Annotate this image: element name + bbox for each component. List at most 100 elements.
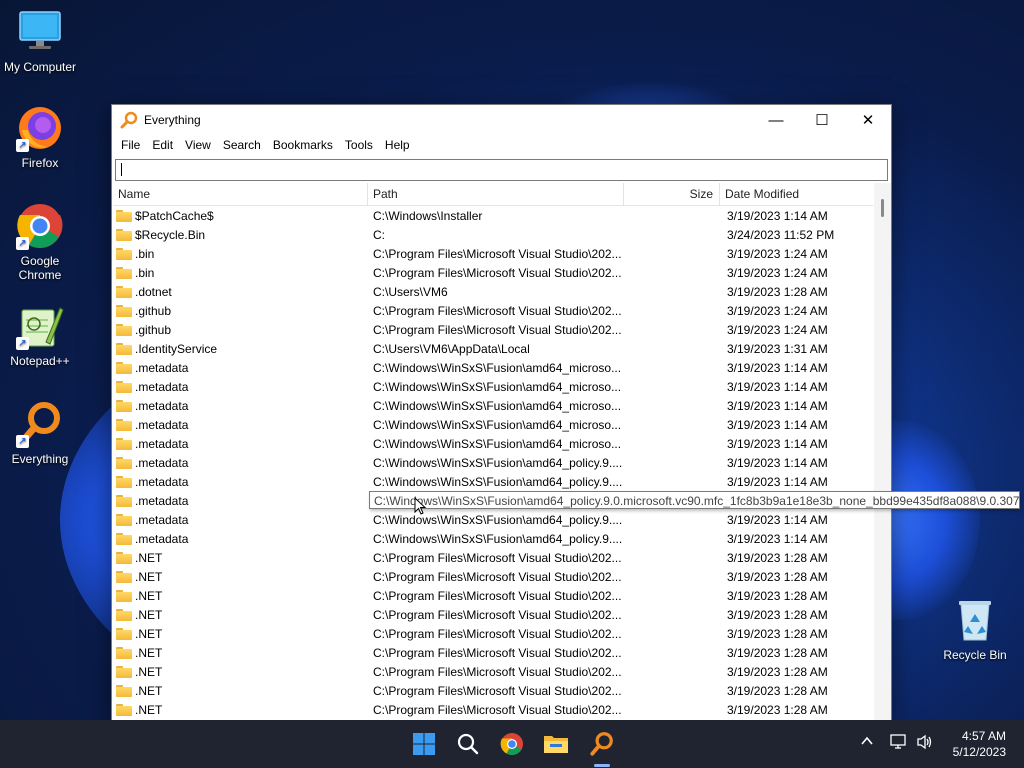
table-row[interactable]: .bin C:\Program Files\Microsoft Visual St… <box>113 244 873 263</box>
table-row[interactable]: .metadata C:\Windows\WinSxS\Fusion\amd64_… <box>113 434 873 453</box>
row-path: C:\Program Files\Microsoft Visual Studio… <box>373 322 622 337</box>
table-row[interactable]: .NET C:\Program Files\Microsoft Visual St… <box>113 681 873 700</box>
desktop-icon-recycle-bin[interactable]: Recycle Bin <box>935 596 1015 662</box>
table-row[interactable]: .IdentityService C:\Users\VM6\AppData\Loc… <box>113 339 873 358</box>
table-row[interactable]: $PatchCache$ C:\Windows\Installer 3/19/202… <box>113 206 873 225</box>
folder-icon <box>116 247 132 260</box>
row-date-modified: 3/19/2023 1:31 AM <box>727 341 828 356</box>
table-row[interactable]: .github C:\Program Files\Microsoft Visual… <box>113 320 873 339</box>
row-date-modified: 3/19/2023 1:28 AM <box>727 645 828 660</box>
row-name: .metadata <box>135 360 189 375</box>
table-row[interactable]: .NET C:\Program Files\Microsoft Visual St… <box>113 624 873 643</box>
menu-bookmarks[interactable]: Bookmarks <box>267 138 339 152</box>
menu-help[interactable]: Help <box>379 138 416 152</box>
row-path: C:\Program Files\Microsoft Visual Studio… <box>373 550 622 565</box>
table-row[interactable]: .metadata C:\Windows\WinSxS\Fusion\amd64_… <box>113 510 873 529</box>
column-header-path[interactable]: Path <box>368 183 624 205</box>
windows-start-icon[interactable] <box>408 728 440 760</box>
table-row[interactable]: .metadata C:\Windows\WinSxS\Fusion\amd64_… <box>113 453 873 472</box>
recycle-bin-icon <box>951 596 999 644</box>
row-name: .NET <box>135 588 163 603</box>
shortcut-arrow-icon: ↗ <box>16 237 29 250</box>
desktop-icon-label: Recycle Bin <box>943 648 1007 662</box>
row-name: $PatchCache$ <box>135 208 214 223</box>
everything-icon[interactable] <box>586 728 618 760</box>
network-icon[interactable] <box>890 734 908 753</box>
volume-icon[interactable] <box>916 734 934 753</box>
file-explorer-icon[interactable] <box>540 728 572 760</box>
table-row[interactable]: .NET C:\Program Files\Microsoft Visual St… <box>113 605 873 624</box>
column-header-name[interactable]: Name <box>113 183 368 205</box>
table-row[interactable]: .NET C:\Program Files\Microsoft Visual St… <box>113 662 873 681</box>
minimize-button[interactable]: — <box>753 105 799 135</box>
table-row[interactable]: .metadata C:\Windows\WinSxS\Fusion\amd64_… <box>113 472 873 491</box>
row-date-modified: 3/19/2023 1:14 AM <box>727 512 828 527</box>
close-button[interactable]: ✕ <box>845 105 891 135</box>
table-row[interactable]: .NET C:\Program Files\Microsoft Visual St… <box>113 548 873 567</box>
title-bar[interactable]: Everything — ☐ ✕ <box>112 105 891 135</box>
table-row[interactable]: .metadata C:\Windows\WinSxS\Fusion\amd64_… <box>113 415 873 434</box>
row-name: .NET <box>135 683 163 698</box>
everything-window: Everything — ☐ ✕ File Edit View Search B… <box>111 104 892 722</box>
notepad-plus-plus-icon: ↗ <box>16 302 64 350</box>
row-path: C:\Program Files\Microsoft Visual Studio… <box>373 246 622 261</box>
table-row[interactable]: .NET C:\Program Files\Microsoft Visual St… <box>113 700 873 719</box>
active-app-indicator <box>594 764 610 767</box>
table-row[interactable]: .NET C:\Program Files\Microsoft Visual St… <box>113 643 873 662</box>
row-path: C:\Program Files\Microsoft Visual Studio… <box>373 265 622 280</box>
menu-view[interactable]: View <box>179 138 217 152</box>
scrollbar-thumb[interactable] <box>881 199 884 217</box>
row-path: C: <box>373 227 385 242</box>
table-row[interactable]: .metadata C:\Windows\WinSxS\Fusion\amd64_… <box>113 358 873 377</box>
row-date-modified: 3/19/2023 1:24 AM <box>727 246 828 261</box>
folder-icon <box>116 418 132 431</box>
folder-icon <box>116 703 132 716</box>
menu-edit[interactable]: Edit <box>146 138 179 152</box>
desktop-icon-my-computer[interactable]: My Computer <box>0 8 80 74</box>
row-path: C:\Users\VM6 <box>373 284 448 299</box>
results-list[interactable]: Name Path Size Date Modified $PatchCache… <box>113 183 873 721</box>
table-row[interactable]: .NET C:\Program Files\Microsoft Visual St… <box>113 567 873 586</box>
row-date-modified: 3/19/2023 1:14 AM <box>727 474 828 489</box>
system-clock[interactable]: 4:57 AM 5/12/2023 <box>953 728 1006 760</box>
row-name-cell: .metadata <box>113 532 368 546</box>
row-path: C:\Users\VM6\AppData\Local <box>373 341 530 356</box>
row-name-cell: $Recycle.Bin <box>113 228 368 242</box>
table-row[interactable]: .metadata C:\Windows\WinSxS\Fusion\amd64_… <box>113 529 873 548</box>
table-row[interactable]: .metadata C:\Windows\WinSxS\Fusion\amd64_… <box>113 396 873 415</box>
row-name: .NET <box>135 645 163 660</box>
desktop-icon-google-chrome[interactable]: ↗ Google Chrome <box>0 202 80 282</box>
row-name-cell: .metadata <box>113 456 368 470</box>
desktop-icon-firefox[interactable]: ↗ Firefox <box>0 104 80 170</box>
table-row[interactable]: .dotnet C:\Users\VM6 3/19/2023 1:28 AM <box>113 282 873 301</box>
tray-overflow-chevron-icon[interactable] <box>860 734 874 751</box>
menu-file[interactable]: File <box>115 138 146 152</box>
search-input[interactable] <box>116 160 887 178</box>
desktop-icon-everything[interactable]: ↗ Everything <box>0 400 80 466</box>
row-date-modified: 3/19/2023 1:14 AM <box>727 379 828 394</box>
menu-search[interactable]: Search <box>217 138 267 152</box>
table-row[interactable]: .NET C:\Program Files\Microsoft Visual St… <box>113 586 873 605</box>
column-header-size[interactable]: Size <box>624 183 720 205</box>
row-path: C:\Windows\WinSxS\Fusion\amd64_microso..… <box>373 436 622 451</box>
folder-icon <box>116 380 132 393</box>
table-row[interactable]: .github C:\Program Files\Microsoft Visual… <box>113 301 873 320</box>
text-caret <box>121 163 122 176</box>
row-date-modified: 3/19/2023 1:14 AM <box>727 398 828 413</box>
search-icon[interactable] <box>452 728 484 760</box>
column-header-date-modified[interactable]: Date Modified <box>720 183 873 205</box>
table-row[interactable]: $Recycle.Bin C: 3/24/2023 11:52 PM <box>113 225 873 244</box>
table-row[interactable]: .metadata C:\Windows\WinSxS\Fusion\amd64_… <box>113 377 873 396</box>
folder-icon <box>116 665 132 678</box>
search-box[interactable] <box>115 159 888 181</box>
row-name: .metadata <box>135 417 189 432</box>
desktop-icon-notepad-plus-plus[interactable]: ↗ Notepad++ <box>0 302 80 368</box>
shortcut-arrow-icon: ↗ <box>16 337 29 350</box>
chrome-icon[interactable] <box>496 728 528 760</box>
vertical-scrollbar[interactable] <box>874 183 891 721</box>
folder-icon <box>116 266 132 279</box>
maximize-button[interactable]: ☐ <box>799 105 845 135</box>
menu-tools[interactable]: Tools <box>339 138 379 152</box>
folder-icon <box>116 285 132 298</box>
table-row[interactable]: .bin C:\Program Files\Microsoft Visual St… <box>113 263 873 282</box>
